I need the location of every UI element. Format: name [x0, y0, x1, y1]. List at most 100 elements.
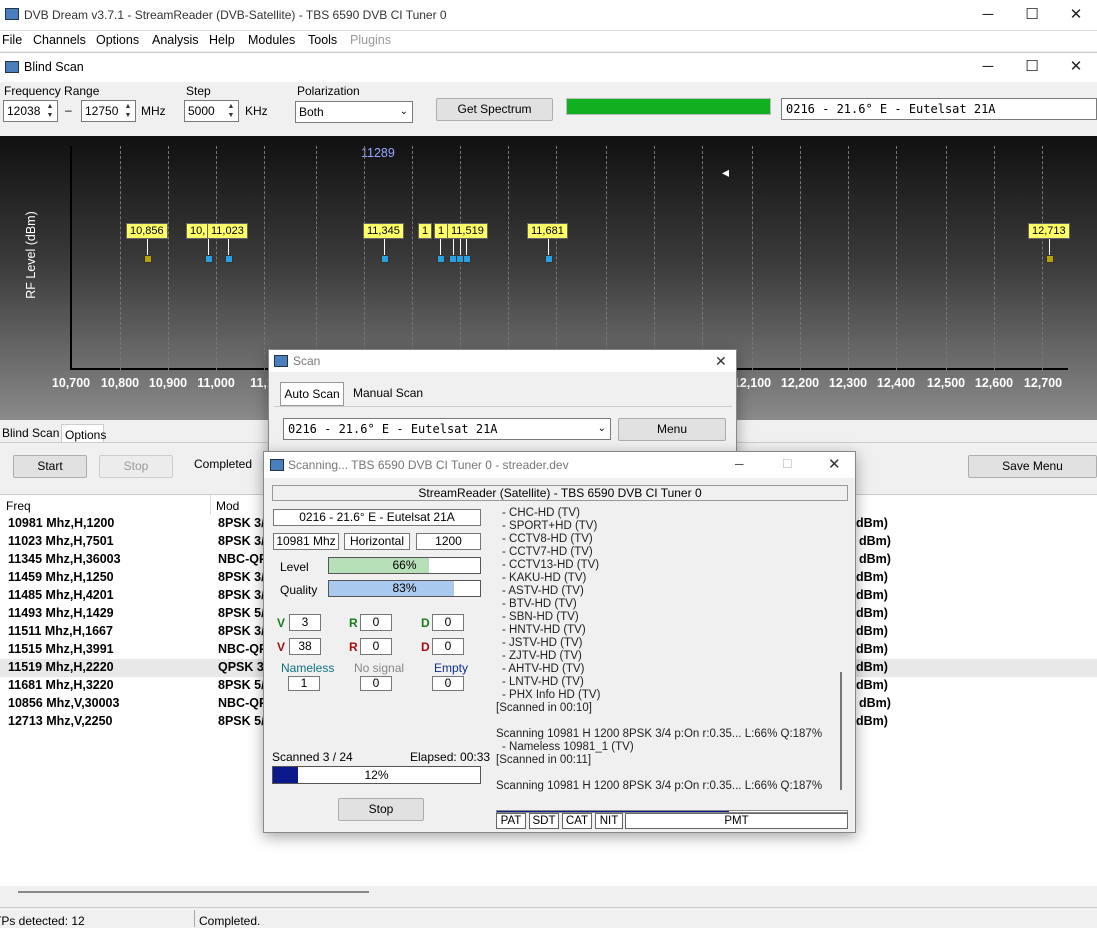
- grid-line: [752, 146, 753, 370]
- scanned-count: Scanned 3 / 24: [272, 750, 353, 764]
- scan-menu-button[interactable]: Menu: [618, 418, 726, 441]
- menu-tools[interactable]: Tools: [308, 33, 337, 47]
- tab-pmt[interactable]: PMT: [625, 813, 848, 829]
- tp-label[interactable]: 1: [418, 223, 433, 239]
- spin-arrows-icon[interactable]: ▲ ▼: [44, 102, 56, 120]
- quality-label: Quality: [280, 583, 318, 597]
- spin-arrows-icon[interactable]: ▲ ▼: [225, 102, 237, 120]
- tp-label[interactable]: 11,681: [527, 223, 568, 239]
- v-count-radio: 38: [289, 638, 321, 655]
- grid-line: [1042, 146, 1043, 370]
- tab-sdt[interactable]: SDT: [529, 813, 559, 829]
- quality-value: 83%: [392, 581, 417, 595]
- scanning-title-bar: Scanning... TBS 6590 DVB CI Tuner 0 - st…: [264, 452, 855, 478]
- log-line: - JSTV-HD (TV): [502, 637, 583, 649]
- tp-marker[interactable]: [437, 255, 445, 263]
- tp-marker[interactable]: [381, 255, 389, 263]
- scanning-close-button[interactable]: ✕: [828, 455, 841, 473]
- menu-file[interactable]: File: [2, 33, 22, 47]
- grid-line: [896, 146, 897, 370]
- spin-arrows-icon[interactable]: ▲ ▼: [122, 102, 134, 120]
- blindscan-maximize-button[interactable]: ☐: [1009, 53, 1055, 81]
- log-line: - HNTV-HD (TV): [502, 624, 586, 636]
- blindscan-minimize-button[interactable]: ─: [965, 53, 1011, 81]
- tp-marker[interactable]: [225, 255, 233, 263]
- log-line: - KAKU-HD (TV): [502, 572, 587, 584]
- start-button[interactable]: Start: [13, 455, 87, 478]
- polarization-select[interactable]: Both ⌄: [295, 101, 413, 123]
- get-spectrum-button[interactable]: Get Spectrum: [436, 98, 553, 121]
- menu-channels[interactable]: Channels: [33, 33, 86, 47]
- tp-label[interactable]: 10,: [186, 223, 210, 239]
- scanning-title: Scanning... TBS 6590 DVB CI Tuner 0 - st…: [288, 458, 569, 472]
- step-unit: KHz: [245, 104, 268, 118]
- x-tick-label: 11,000: [197, 376, 235, 390]
- tp-marker[interactable]: [545, 255, 553, 263]
- close-button[interactable]: ✕: [1053, 0, 1097, 31]
- scanning-maximize-button[interactable]: ☐: [782, 457, 793, 471]
- col-header-freq[interactable]: Freq: [6, 499, 31, 513]
- col-header-mod[interactable]: Mod: [216, 499, 239, 513]
- minimize-button[interactable]: ─: [965, 0, 1011, 31]
- spectrum-ylabel: RF Level (dBm): [23, 211, 38, 299]
- blindscan-close-button[interactable]: ✕: [1053, 53, 1097, 81]
- main-title-bar: DVB Dream v3.7.1 - StreamReader (DVB-Sat…: [0, 0, 1097, 31]
- tp-label[interactable]: 11,023: [207, 223, 248, 239]
- log-line: - CCTV7-HD (TV): [502, 546, 593, 558]
- tab-blind-scan[interactable]: Blind Scan: [2, 426, 59, 440]
- menu-analysis[interactable]: Analysis: [152, 33, 199, 47]
- tp-label[interactable]: 1: [434, 223, 449, 239]
- d-label-tv: D: [421, 616, 430, 630]
- menu-options[interactable]: Options: [96, 33, 139, 47]
- tab-pat[interactable]: PAT: [496, 813, 526, 829]
- tab-nit[interactable]: NIT: [595, 813, 623, 829]
- scan-dialog-close-button[interactable]: ✕: [715, 353, 727, 370]
- tp-label[interactable]: 12,713: [1028, 223, 1070, 239]
- grid-line: [508, 146, 509, 370]
- scan-status: Completed: [194, 457, 253, 471]
- tp-label[interactable]: 11,519: [447, 223, 488, 239]
- tab-cat[interactable]: CAT: [562, 813, 592, 829]
- freq-from-input[interactable]: 12038 ▲ ▼: [3, 100, 58, 122]
- menu-plugins[interactable]: Plugins: [350, 33, 391, 47]
- horizontal-scrollbar[interactable]: [18, 891, 369, 893]
- range-dash: –: [65, 103, 72, 117]
- chevron-down-icon: ⌄: [399, 106, 408, 117]
- menu-modules[interactable]: Modules: [248, 33, 295, 47]
- tp-marker[interactable]: [463, 255, 471, 263]
- grid-line: [800, 146, 801, 370]
- freq-to-input[interactable]: 12750 ▲ ▼: [81, 100, 136, 122]
- scanning-stop-button[interactable]: Stop: [338, 798, 424, 821]
- tp-marker[interactable]: [144, 255, 152, 263]
- tp-label[interactable]: 10,856: [126, 223, 168, 239]
- maximize-button[interactable]: ☐: [1009, 0, 1055, 31]
- log-line: Scanning 10981 H 1200 8PSK 3/4 p:On r:0.…: [496, 780, 823, 792]
- r-label-tv: R: [349, 616, 358, 630]
- app-icon: [5, 8, 19, 20]
- step-label: Step: [186, 84, 211, 98]
- log-line: - ASTV-HD (TV): [502, 585, 584, 597]
- tab-options[interactable]: Options: [61, 424, 106, 442]
- satellite-select[interactable]: 0216 - 21.6° E - Eutelsat 21A: [781, 98, 1097, 120]
- step-input[interactable]: 5000 ▲ ▼: [184, 100, 239, 122]
- tp-marker[interactable]: [1046, 255, 1054, 263]
- log-line: - CCTV8-HD (TV): [502, 533, 593, 545]
- tp-marker[interactable]: [205, 255, 213, 263]
- stop-button[interactable]: Stop: [99, 455, 173, 478]
- grid-line: [412, 146, 413, 370]
- log-line: [Scanned in 00:11]: [496, 754, 592, 766]
- scan-satellite-select[interactable]: 0216 - 21.6° E - Eutelsat 21A ⌄: [283, 418, 611, 440]
- x-tick-label: 12,700: [1023, 376, 1063, 390]
- scan-progress-value: 12%: [364, 768, 389, 782]
- scan-dialog-title-bar: Scan ✕: [269, 350, 736, 372]
- log-scrollbar[interactable]: [840, 672, 842, 790]
- tab-auto-scan[interactable]: Auto Scan: [280, 382, 344, 406]
- menu-help[interactable]: Help: [209, 33, 235, 47]
- scanning-minimize-button[interactable]: ─: [735, 457, 744, 471]
- table-progress-fill: [497, 811, 729, 812]
- grid-line: [216, 146, 217, 370]
- tab-manual-scan[interactable]: Manual Scan: [353, 386, 423, 400]
- grid-line: [606, 146, 607, 370]
- tp-label[interactable]: 11,345: [363, 223, 404, 239]
- save-menu-button[interactable]: Save Menu: [968, 455, 1097, 478]
